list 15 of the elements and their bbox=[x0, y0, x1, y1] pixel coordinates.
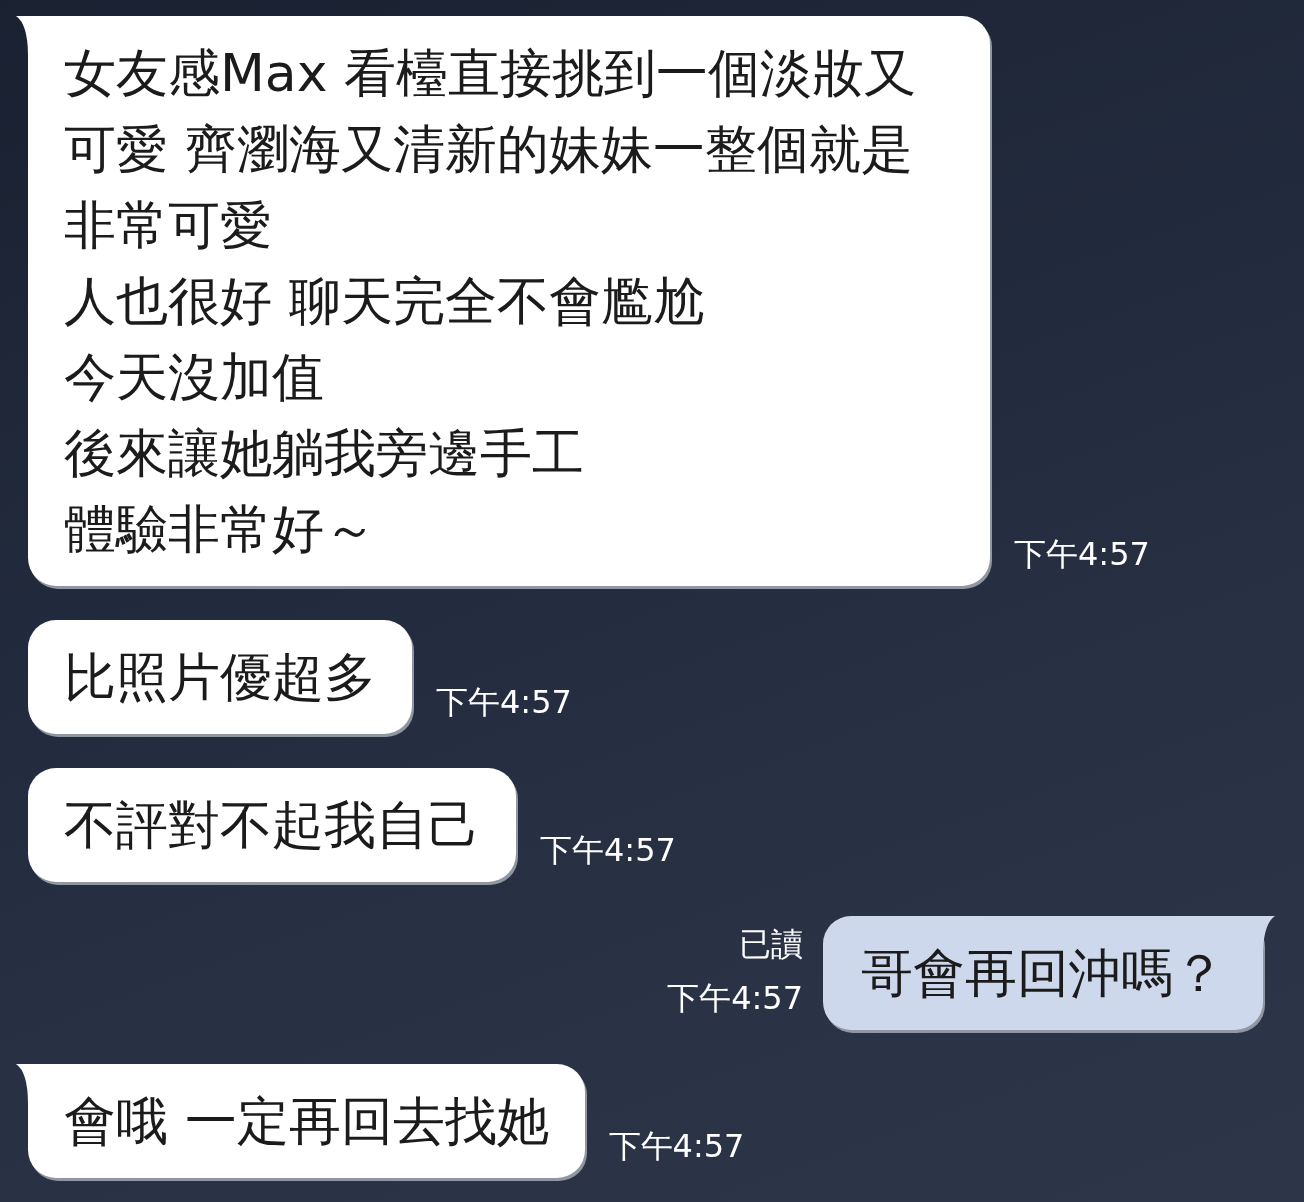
message-text: 今天沒加值 bbox=[64, 346, 325, 409]
message-text: 女友感Max 看檯直接挑到一個淡妝又可愛 齊瀏海又清新的妹妹一整個就是非常可愛 bbox=[64, 42, 918, 257]
message-text: 後來讓她躺我旁邊手工 bbox=[64, 422, 585, 485]
message-text: 哥會再回沖嗎？ bbox=[861, 942, 1225, 1005]
timestamp: 下午4:57 bbox=[667, 978, 803, 1019]
timestamp: 下午4:57 bbox=[1014, 534, 1150, 575]
message-text: 不評對不起我自己 bbox=[64, 794, 480, 857]
read-receipt: 已讀 bbox=[739, 924, 803, 964]
timestamp: 下午4:57 bbox=[540, 830, 676, 871]
timestamp: 下午4:57 bbox=[436, 682, 572, 723]
message-text: 人也很好 聊天完全不會尷尬 bbox=[64, 270, 706, 333]
message-text: 會哦 一定再回去找她 bbox=[64, 1090, 549, 1153]
timestamp: 下午4:57 bbox=[608, 1126, 745, 1167]
message-text: 體驗非常好～ bbox=[64, 498, 377, 561]
message-text: 比照片優超多 bbox=[64, 646, 376, 709]
